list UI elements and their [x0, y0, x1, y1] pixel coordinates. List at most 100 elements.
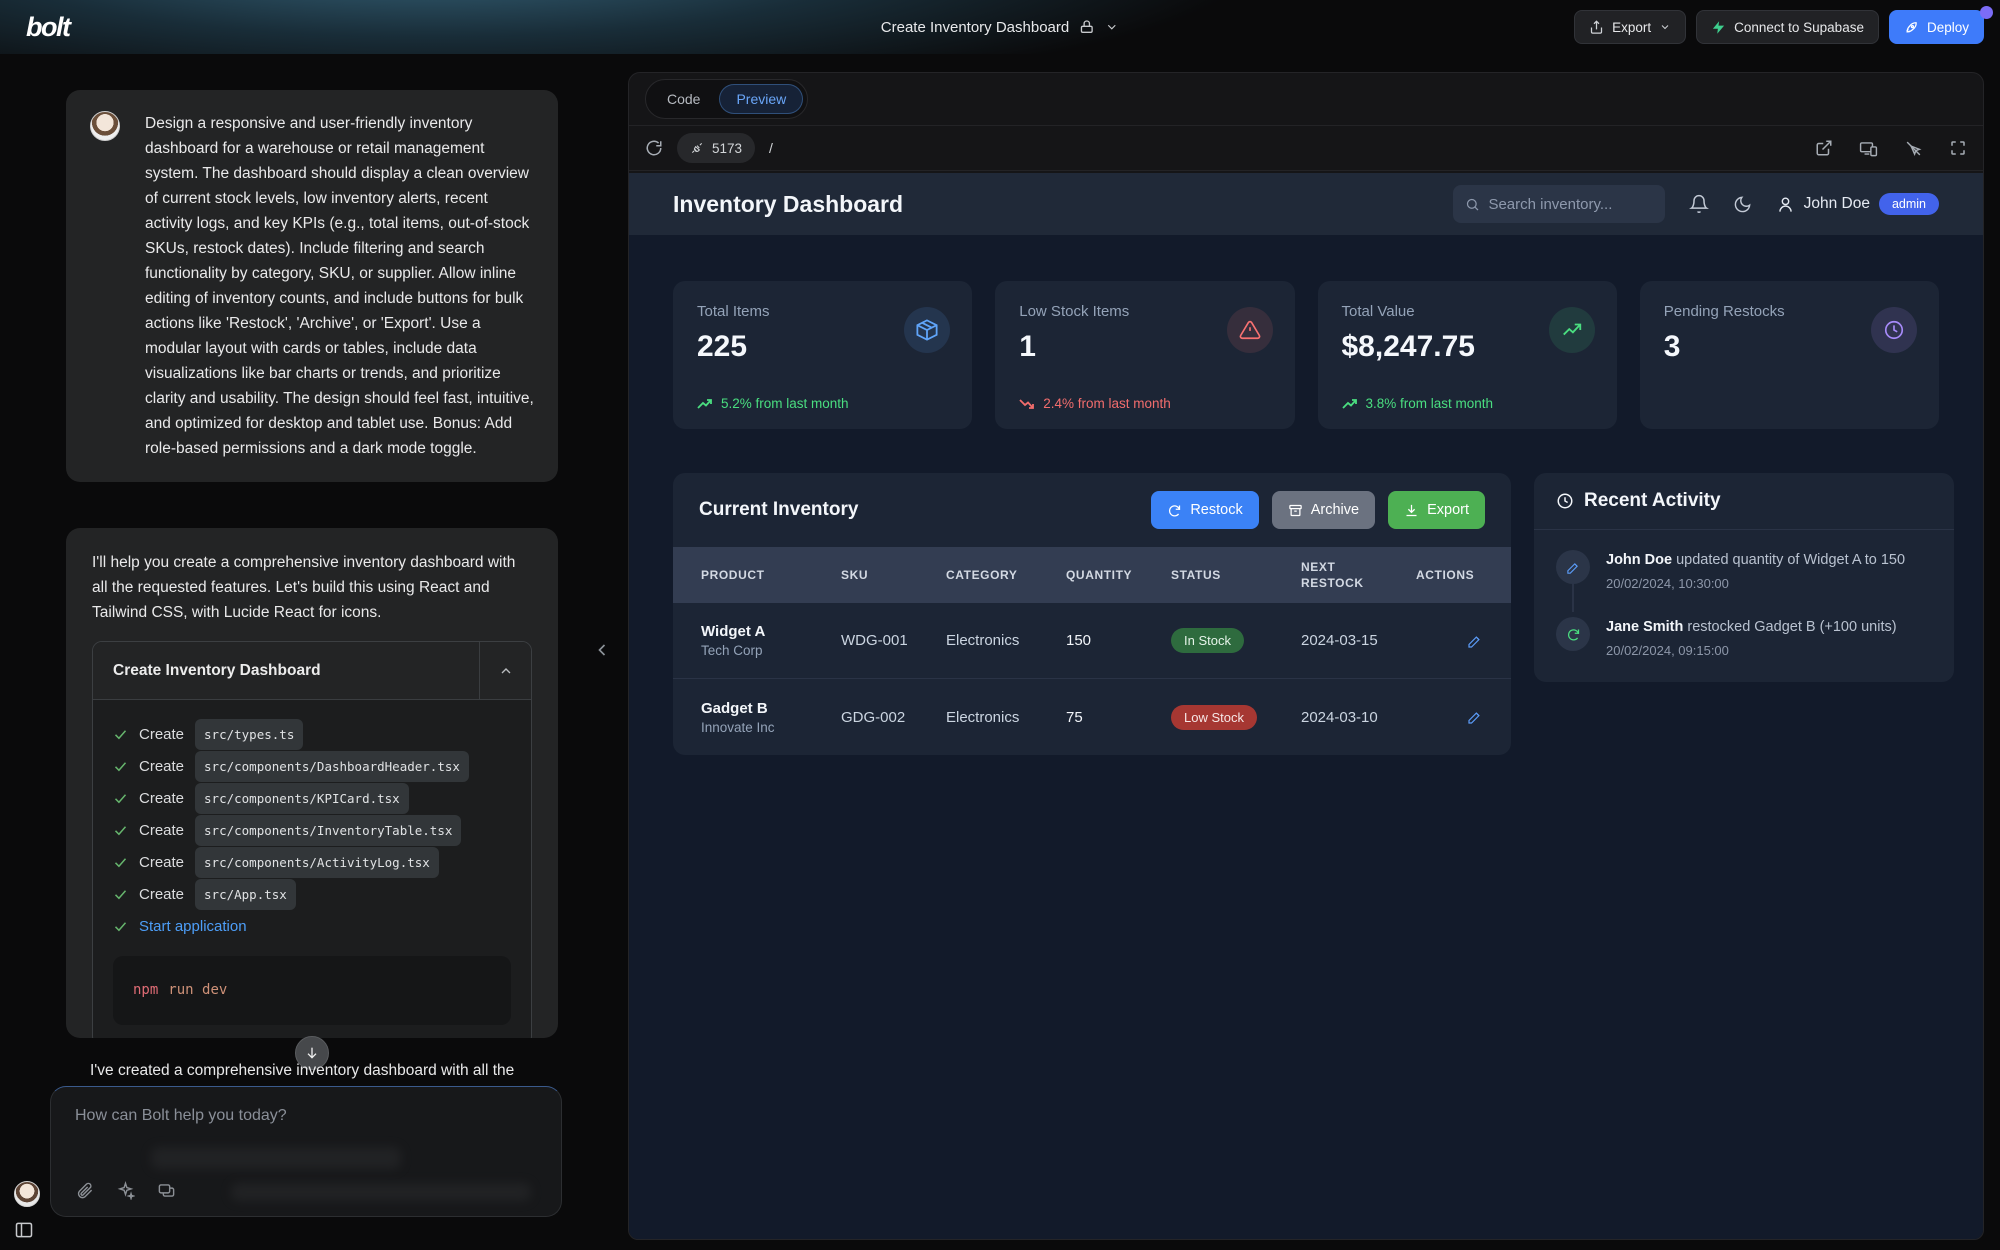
task-item: Create src/types.ts [113, 718, 511, 750]
dashboard-header: Inventory Dashboard John Doe [629, 173, 1983, 235]
blurred-content [151, 1147, 401, 1169]
check-icon [113, 727, 128, 742]
file-pill[interactable]: src/components/ActivityLog.tsx [195, 847, 439, 878]
bolt-app: bolt Create Inventory Dashboard Export [0, 0, 2000, 1250]
kpi-trend: 3.8% from last month [1342, 396, 1494, 411]
open-external-icon[interactable] [1815, 139, 1833, 158]
port-pill[interactable]: 5173 [677, 133, 755, 163]
quantity-value: 150 [1066, 632, 1171, 649]
col-sku: SKU [841, 567, 946, 583]
product-name: Gadget B [701, 700, 841, 717]
chat-panel: Design a responsive and user-friendly in… [0, 54, 625, 1250]
edit-row-button[interactable] [1467, 633, 1483, 649]
export-csv-button[interactable]: Export [1388, 491, 1485, 529]
check-icon [113, 919, 128, 934]
search-input[interactable] [1488, 196, 1652, 213]
code-preview-toggle: Code Preview [645, 79, 808, 119]
check-icon [113, 887, 128, 902]
start-application-link[interactable]: Start application [139, 914, 247, 939]
deploy-label: Deploy [1927, 20, 1969, 35]
kpi-row: Total Items 225 5.2% from last month Low… [673, 281, 1939, 429]
bell-icon[interactable] [1689, 194, 1709, 214]
project-title-menu[interactable]: Create Inventory Dashboard [881, 19, 1119, 36]
user-menu[interactable]: John Doe admin [1776, 193, 1939, 215]
trend-up-icon [1342, 398, 1358, 410]
archive-icon [1288, 503, 1303, 518]
fullscreen-icon[interactable] [1949, 139, 1967, 158]
artifact-title: Create Inventory Dashboard [93, 642, 479, 699]
export-label: Export [1612, 20, 1651, 35]
restock-button[interactable]: Restock [1151, 491, 1258, 529]
current-inventory-card: Current Inventory Restock Archive Exp [673, 473, 1511, 755]
edit-row-button[interactable] [1467, 709, 1483, 725]
sku-value: WDG-001 [841, 632, 946, 649]
user-avatar [90, 111, 120, 141]
inventory-title: Current Inventory [699, 499, 1151, 521]
command-args: run dev [168, 982, 227, 998]
devices-icon[interactable] [1859, 139, 1878, 158]
preview-viewport: Inventory Dashboard John Doe [629, 173, 1983, 1239]
kpi-total-value: Total Value $8,247.75 3.8% from last mon… [1318, 281, 1617, 429]
bolt-logo[interactable]: bolt [26, 12, 69, 43]
export-button[interactable]: Export [1574, 10, 1686, 44]
product-name: Widget A [701, 623, 841, 640]
connect-supabase-button[interactable]: Connect to Supabase [1696, 10, 1879, 44]
user-message-text: Design a responsive and user-friendly in… [145, 111, 534, 461]
archive-button[interactable]: Archive [1272, 491, 1375, 529]
attach-icon[interactable] [75, 1181, 94, 1200]
workbench: Code Preview 5173 / [628, 72, 1984, 1240]
connect-supabase-label: Connect to Supabase [1734, 20, 1864, 35]
activity-title: Recent Activity [1584, 490, 1721, 512]
deploy-button[interactable]: Deploy [1889, 10, 1984, 44]
activity-item: John Doe updated quantity of Widget A to… [1556, 550, 1932, 591]
pencil-icon [1467, 633, 1483, 649]
start-application-item: Start application [113, 910, 511, 942]
file-pill[interactable]: src/types.ts [195, 719, 303, 750]
artifact-panel: Create Inventory Dashboard Create src/ty… [92, 641, 532, 1038]
account-avatar[interactable] [14, 1181, 40, 1207]
task-item: Create src/components/DashboardHeader.ts… [113, 750, 511, 782]
activity-time: 20/02/2024, 10:30:00 [1606, 576, 1905, 591]
dark-mode-toggle-icon[interactable] [1733, 195, 1752, 214]
tab-preview[interactable]: Preview [719, 84, 803, 114]
user-message: Design a responsive and user-friendly in… [66, 90, 558, 482]
sparkles-icon[interactable] [116, 1181, 135, 1200]
clock-icon [1871, 307, 1917, 353]
collapse-chat-button[interactable] [592, 640, 612, 660]
file-pill[interactable]: src/components/InventoryTable.tsx [195, 815, 461, 846]
sidebar-toggle-icon[interactable] [14, 1220, 34, 1240]
chevron-down-icon [1105, 20, 1119, 34]
recent-activity-card: Recent Activity John Doe updated quantit… [1534, 473, 1954, 682]
collapse-artifact-button[interactable] [479, 642, 531, 699]
inspector-toggle-icon[interactable] [1904, 139, 1923, 158]
artifact-header[interactable]: Create Inventory Dashboard [93, 642, 531, 700]
col-quantity: QUANTITY [1066, 567, 1171, 583]
check-icon [113, 791, 128, 806]
tab-code[interactable]: Code [650, 84, 717, 114]
dashboard-title: Inventory Dashboard [673, 191, 1453, 218]
file-pill[interactable]: src/components/DashboardHeader.tsx [195, 751, 469, 782]
kpi-low-stock: Low Stock Items 1 2.4% from last month [995, 281, 1294, 429]
url-path[interactable]: / [769, 140, 1801, 156]
discuss-icon[interactable] [157, 1181, 176, 1200]
trending-up-icon [1549, 307, 1595, 353]
alert-triangle-icon [1227, 307, 1273, 353]
next-restock-value: 2024-03-15 [1301, 632, 1416, 649]
kpi-trend: 2.4% from last month [1019, 396, 1171, 411]
file-pill[interactable]: src/App.tsx [195, 879, 296, 910]
topbar: bolt Create Inventory Dashboard Export [0, 0, 2000, 54]
terminal-command-block: npm run dev [113, 956, 511, 1025]
artifact-body: Create src/types.ts Create src/component… [93, 700, 531, 1038]
activity-actor: John Doe [1606, 552, 1672, 568]
reload-icon[interactable] [645, 139, 663, 157]
task-item: Create src/components/InventoryTable.tsx [113, 814, 511, 846]
file-pill[interactable]: src/components/KPICard.tsx [195, 783, 409, 814]
assistant-followup-text: I've created a comprehensive inventory d… [90, 1062, 562, 1080]
command-name: npm [133, 982, 158, 998]
inventory-search[interactable] [1453, 185, 1665, 223]
chevron-up-icon [498, 663, 514, 679]
inventory-card-header: Current Inventory Restock Archive Exp [673, 473, 1511, 547]
task-action: Create [139, 754, 184, 779]
kpi-total-items: Total Items 225 5.2% from last month [673, 281, 972, 429]
task-item: Create src/App.tsx [113, 878, 511, 910]
